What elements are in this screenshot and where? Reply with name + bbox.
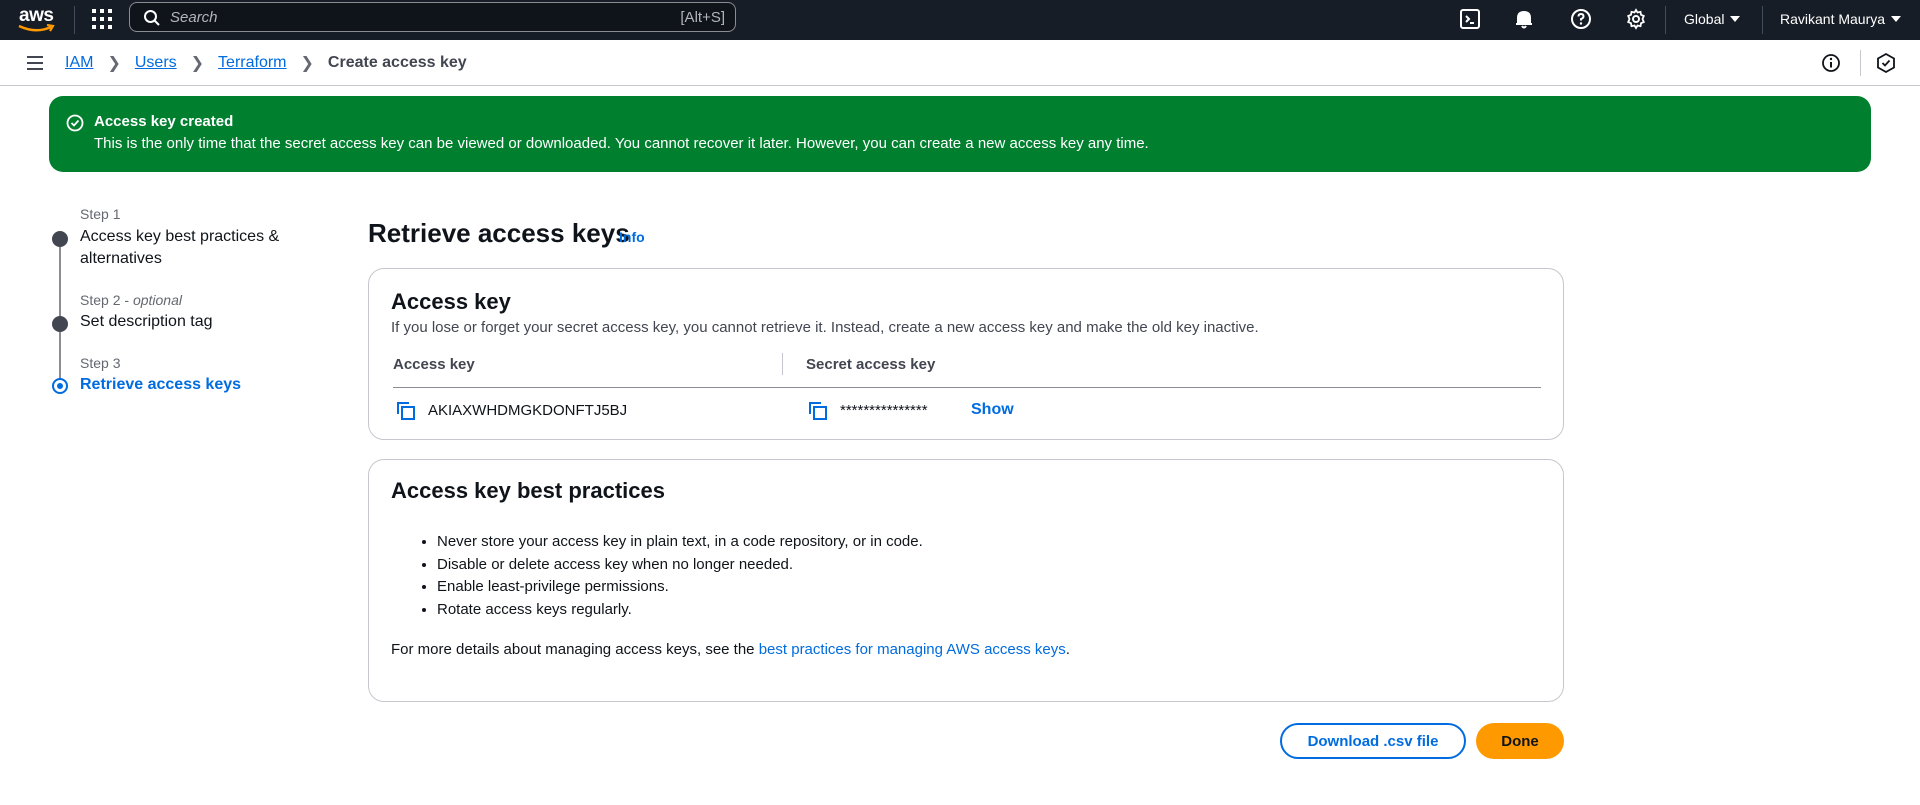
best-practices-more: For more details about managing access k… <box>391 641 1070 658</box>
access-key-card-description: If you lose or forget your secret access… <box>391 319 1259 336</box>
step-2-number-text: Step 2 <box>80 292 121 308</box>
region-selector[interactable]: Global <box>1684 6 1741 32</box>
best-practices-title: Access key best practices <box>391 478 665 503</box>
step-2-number: Step 2 - optional <box>80 292 182 308</box>
list-item: Enable least-privilege permissions. <box>437 576 923 599</box>
show-secret-link[interactable]: Show <box>971 401 1014 419</box>
more-suffix: . <box>1065 641 1070 658</box>
search-input[interactable] <box>170 7 650 27</box>
more-prefix: For more details about managing access k… <box>391 641 759 658</box>
step-1-number: Step 1 <box>80 206 121 222</box>
table-row: AKIAXWHDMGKDONFTJ5BJ *************** Sho… <box>393 400 1541 424</box>
download-csv-button[interactable]: Download .csv file <box>1280 723 1466 759</box>
list-item: Disable or delete access key when no lon… <box>437 554 923 577</box>
column-divider <box>782 353 783 375</box>
check-circle-icon <box>66 114 84 132</box>
nav-divider <box>1762 6 1763 34</box>
step-3-number: Step 3 <box>80 355 121 371</box>
success-flash-banner: Access key created This is the only time… <box>49 96 1871 172</box>
aws-logo[interactable]: aws <box>16 4 58 34</box>
caret-down-icon <box>1891 16 1902 22</box>
list-item: Never store your access key in plain tex… <box>437 531 923 554</box>
flash-title: Access key created <box>94 113 234 130</box>
bell-icon[interactable] <box>1512 7 1536 31</box>
account-name: Ravikant Maurya <box>1780 11 1886 27</box>
column-header-secret-access-key: Secret access key <box>806 356 936 373</box>
breadcrumb-users[interactable]: Users <box>135 54 177 72</box>
done-button[interactable]: Done <box>1476 723 1564 759</box>
info-link[interactable]: Info <box>619 229 645 245</box>
smile-arrow-icon <box>18 24 55 32</box>
step-2-label[interactable]: Set description tag <box>80 311 300 333</box>
step-3-label: Retrieve access keys <box>80 376 242 393</box>
cloudshell-icon[interactable] <box>1458 7 1482 31</box>
chevron-right-icon: ❯ <box>190 55 205 72</box>
nav-divider <box>1665 6 1666 34</box>
page-title: Retrieve access keys <box>368 218 630 248</box>
services-grid-icon[interactable] <box>91 8 113 30</box>
step-2-indicator <box>52 316 68 332</box>
step-2-optional: optional <box>132 292 182 308</box>
best-practices-list: Never store your access key in plain tex… <box>413 531 923 621</box>
caret-down-icon <box>1730 16 1741 22</box>
flash-message: This is the only time that the secret ac… <box>94 135 1149 152</box>
info-panel-icon[interactable] <box>1821 53 1841 73</box>
region-label: Global <box>1684 11 1725 27</box>
step-3-indicator <box>52 378 68 394</box>
access-key-card: Access key If you lose or forget your se… <box>368 268 1564 440</box>
secret-key-value: *************** <box>840 402 928 419</box>
menu-icon[interactable] <box>26 55 44 71</box>
chevron-right-icon: ❯ <box>107 55 121 72</box>
account-menu[interactable]: Ravikant Maurya <box>1780 6 1902 32</box>
copy-access-key-icon[interactable] <box>396 401 416 421</box>
access-key-card-title: Access key <box>391 289 511 314</box>
breadcrumb-iam[interactable]: IAM <box>65 54 93 72</box>
notifications-panel-icon[interactable] <box>1875 52 1897 74</box>
help-icon[interactable] <box>1569 7 1593 31</box>
access-key-value: AKIAXWHDMGKDONFTJ5BJ <box>428 402 628 419</box>
best-practices-card: Access key best practices Never store yo… <box>368 459 1564 702</box>
access-key-table-header: Access key Secret access key <box>393 353 1541 388</box>
step-1-indicator <box>52 231 68 247</box>
step-1-label[interactable]: Access key best practices & alternatives <box>80 226 300 270</box>
breadcrumb: IAM ❯ Users ❯ Terraform ❯ Create access … <box>65 53 467 73</box>
breadcrumb-divider <box>1860 50 1861 76</box>
list-item: Rotate access keys regularly. <box>437 599 923 622</box>
step-connector <box>59 246 61 324</box>
breadcrumb-current: Create access key <box>327 54 467 71</box>
chevron-right-icon: ❯ <box>300 55 314 72</box>
breadcrumb-bar: IAM ❯ Users ❯ Terraform ❯ Create access … <box>0 40 1920 86</box>
top-navigation: aws [Alt+S] <box>0 0 1920 40</box>
search-box[interactable]: [Alt+S] <box>129 2 736 32</box>
copy-secret-key-icon[interactable] <box>808 401 828 421</box>
settings-icon[interactable] <box>1624 7 1648 31</box>
column-header-access-key: Access key <box>393 356 475 373</box>
search-icon <box>144 10 160 26</box>
best-practices-link[interactable]: best practices for managing AWS access k… <box>759 641 1066 658</box>
search-shortcut: [Alt+S] <box>680 9 725 26</box>
breadcrumb-terraform[interactable]: Terraform <box>218 54 286 72</box>
nav-divider <box>74 6 75 34</box>
